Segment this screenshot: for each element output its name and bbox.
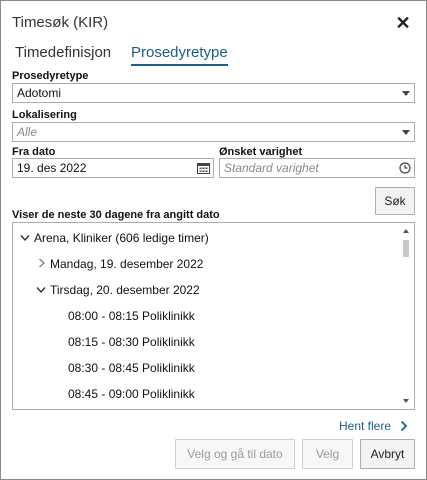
scroll-thumb[interactable] <box>403 240 409 257</box>
tree-day-mandag[interactable]: Mandag, 19. desember 2022 <box>50 257 203 271</box>
calendar-icon[interactable] <box>197 162 210 174</box>
procedure-type-label: Prosedyretype <box>12 70 89 82</box>
close-icon[interactable]: ✕ <box>394 14 412 32</box>
chevron-down-icon <box>402 130 410 135</box>
duration-placeholder: Standard varighet <box>224 161 319 175</box>
duration-field[interactable]: Standard varighet <box>219 158 415 178</box>
procedure-type-select[interactable]: Adotomi <box>12 83 415 103</box>
time-slot-item[interactable]: 08:15 - 08:30 Poliklinikk <box>68 335 195 349</box>
dialog-title: Timesøk (KIR) <box>12 14 109 31</box>
time-slot-item[interactable]: 08:45 - 09:00 Poliklinikk <box>68 387 195 401</box>
scroll-down-icon[interactable] <box>403 399 409 403</box>
select-button[interactable]: Velg <box>302 439 353 469</box>
location-select[interactable]: Alle <box>12 122 415 142</box>
location-placeholder: Alle <box>17 125 38 139</box>
from-date-value: 19. des 2022 <box>17 161 87 175</box>
search-button[interactable]: Søk <box>375 187 415 215</box>
duration-label: Ønsket varighet <box>219 146 303 158</box>
tree-day-tirsdag[interactable]: Tirsdag, 20. desember 2022 <box>50 283 200 297</box>
load-more-link[interactable]: Hent flere <box>339 419 408 433</box>
results-scrollbar[interactable] <box>399 223 414 409</box>
results-tree: Arena, Kliniker (606 ledige timer) Manda… <box>12 222 415 410</box>
load-more-label: Hent flere <box>339 419 392 433</box>
chevron-right-icon[interactable] <box>38 258 46 268</box>
procedure-type-value: Adotomi <box>17 86 62 100</box>
from-date-label: Fra dato <box>12 146 56 158</box>
chevron-right-icon <box>400 420 408 432</box>
chevron-down-icon[interactable] <box>20 234 30 242</box>
tab-timedefinisjon[interactable]: Timedefinisjon <box>15 44 111 64</box>
chevron-down-icon <box>402 91 410 96</box>
timesok-dialog: Timesøk (KIR) ✕ Timedefinisjon Prosedyre… <box>0 0 427 480</box>
cancel-button[interactable]: Avbryt <box>360 439 415 469</box>
from-date-field[interactable]: 19. des 2022 <box>12 158 214 178</box>
clock-icon[interactable] <box>399 162 411 174</box>
scroll-up-icon[interactable] <box>403 229 409 233</box>
location-label: Lokalisering <box>12 109 77 121</box>
results-heading: Viser de neste 30 dagene fra angitt dato <box>12 209 220 221</box>
select-and-go-button[interactable]: Velg og gå til dato <box>175 439 295 469</box>
tree-group-arena[interactable]: Arena, Kliniker (606 ledige timer) <box>34 231 209 245</box>
time-slot-item[interactable]: 08:30 - 08:45 Poliklinikk <box>68 361 195 375</box>
tab-prosedyretype[interactable]: Prosedyretype <box>131 44 228 66</box>
chevron-down-icon[interactable] <box>36 286 46 294</box>
time-slot-item[interactable]: 08:00 - 08:15 Poliklinikk <box>68 309 195 323</box>
